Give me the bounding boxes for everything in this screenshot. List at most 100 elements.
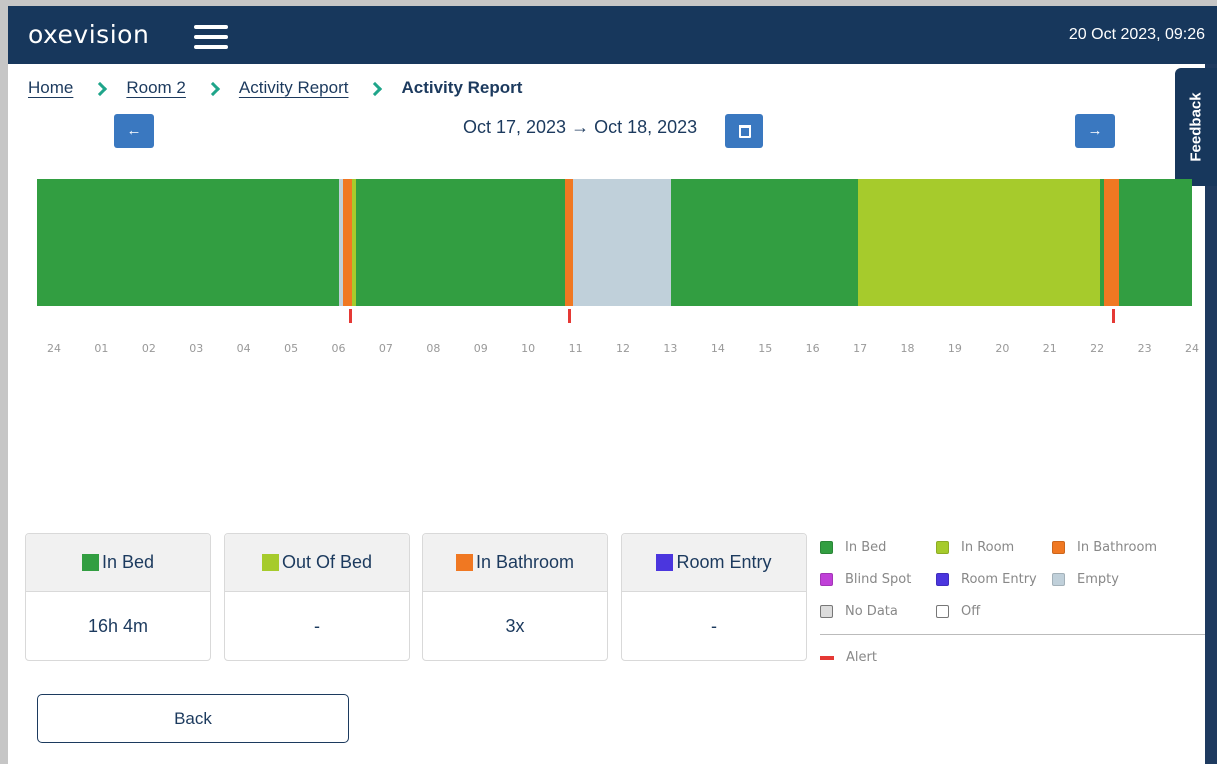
previous-day-button[interactable]: ← — [114, 114, 154, 148]
summary-card: In Bed 16h 4m — [25, 533, 211, 661]
summary-card-value: - — [314, 615, 320, 636]
legend-swatch — [936, 541, 949, 554]
axis-tick-label: 11 — [568, 342, 583, 355]
summary-card: Room Entry - — [621, 533, 807, 661]
axis-tick-label: 21 — [1042, 342, 1057, 355]
axis-tick-label: 14 — [710, 342, 725, 355]
brand-logo: oxevision — [28, 20, 150, 49]
legend-label: Off — [961, 604, 981, 619]
summary-card-value: 16h 4m — [87, 615, 149, 636]
breadcrumb-activity-report[interactable]: Activity Report — [239, 78, 349, 98]
legend-label: Alert — [846, 650, 877, 665]
date-range-label: Oct 17, 2023 → Oct 18, 2023 — [463, 117, 698, 137]
alert-marker[interactable] — [1111, 309, 1115, 323]
color-swatch — [81, 554, 99, 571]
hamburger-menu-icon[interactable] — [194, 25, 228, 49]
legend-divider — [820, 634, 1205, 635]
feedback-tab[interactable]: Feedback — [1175, 68, 1217, 186]
summary-card-label: Room Entry — [676, 552, 772, 572]
axis-tick-label: 22 — [1090, 342, 1105, 355]
axis-tick-label: 13 — [663, 342, 678, 355]
axis-tick-label: 24 — [47, 342, 61, 355]
legend: Alert In Bed In Room In Bathroom Blind Spot… — [820, 540, 1205, 670]
breadcrumb-home[interactable]: Home — [28, 78, 73, 98]
summary-card: Out Of Bed - — [224, 533, 410, 661]
back-button[interactable]: Back — [37, 694, 349, 743]
summary-card-header: In Bed — [26, 534, 210, 592]
axis-tick-label: 20 — [995, 342, 1010, 355]
timeline-segment[interactable] — [857, 179, 1100, 306]
timeline-segment[interactable] — [342, 179, 353, 306]
current-datetime: 20 Oct 2023, 09:26 — [1068, 26, 1205, 43]
axis-tick-label: 16 — [805, 342, 820, 355]
legend-swatch — [1052, 573, 1065, 586]
legend-item: Empty — [1052, 572, 1119, 587]
summary-card-value: 3x — [505, 615, 525, 636]
axis-tick-label: 05 — [284, 342, 299, 355]
summary-card-header: Room Entry — [622, 534, 806, 592]
legend-label: In Room — [961, 540, 1015, 555]
color-swatch — [455, 554, 473, 571]
alert-marker[interactable] — [348, 309, 352, 323]
chevron-right-icon — [208, 81, 218, 95]
feedback-label: Feedback — [1187, 92, 1205, 162]
legend-label: In Bed — [845, 540, 887, 555]
summary-card-header: Out Of Bed — [225, 534, 409, 592]
legend-swatch — [936, 573, 949, 586]
timeline-segment[interactable] — [565, 179, 573, 306]
legend-swatch — [820, 605, 833, 618]
legend-item: No Data — [820, 604, 898, 619]
legend-label: Blind Spot — [845, 572, 912, 587]
axis-tick-label: 18 — [900, 342, 915, 355]
breadcrumb: Home Room 2 Activity Report Activity Rep… — [28, 76, 522, 100]
legend-item: Off — [936, 604, 980, 619]
legend-item: In Bed — [820, 540, 886, 555]
legend-label: Empty — [1077, 572, 1119, 587]
legend-swatch — [820, 541, 833, 554]
color-swatch — [656, 554, 674, 571]
activity-timeline — [37, 179, 1192, 306]
axis-tick-label: 10 — [521, 342, 536, 355]
summary-card-label: In Bathroom — [475, 552, 575, 572]
alert-marker[interactable] — [567, 309, 571, 323]
axis-tick-label: 04 — [236, 342, 251, 355]
timeline-segment[interactable] — [572, 179, 672, 306]
legend-swatch — [936, 605, 949, 618]
legend-swatch — [1052, 541, 1065, 554]
axis-tick-label: 19 — [947, 342, 962, 355]
summary-card-value: - — [711, 615, 717, 636]
timeline-segment[interactable] — [355, 179, 566, 306]
timeline-segment[interactable] — [37, 179, 340, 306]
axis-tick-label: 12 — [616, 342, 630, 355]
legend-label: In Bathroom — [1077, 540, 1158, 555]
breadcrumb-room[interactable]: Room 2 — [126, 78, 186, 98]
axis-tick-label: 08 — [426, 342, 441, 355]
summary-card: In Bathroom 3x — [422, 533, 608, 661]
window-frame-left — [0, 0, 8, 764]
next-day-button[interactable]: → — [1075, 114, 1115, 148]
axis-tick-label: 15 — [758, 342, 773, 355]
legend-item: In Bathroom — [1052, 540, 1157, 555]
axis-tick-label: 03 — [189, 342, 204, 355]
axis-tick-label: 17 — [853, 342, 868, 355]
legend-item-alert: Alert — [820, 650, 877, 665]
legend-label: Room Entry — [961, 572, 1037, 587]
legend-label: No Data — [845, 604, 898, 619]
axis-tick-label: 02 — [141, 342, 156, 355]
timeline-segment[interactable] — [1118, 179, 1192, 306]
axis-tick-label: 06 — [331, 342, 346, 355]
chevron-right-icon — [95, 81, 105, 95]
alert-swatch — [820, 655, 834, 660]
summary-card-label: In Bed — [101, 552, 155, 572]
calendar-button[interactable] — [725, 114, 763, 148]
color-swatch — [261, 554, 279, 571]
summary-card-label: Out Of Bed — [281, 552, 373, 572]
arrow-left-icon: ← — [126, 122, 142, 139]
axis-tick-label: 09 — [473, 342, 488, 355]
legend-item: Room Entry — [936, 572, 1037, 587]
top-bar: oxevision 20 Oct 2023, 09:26 — [8, 6, 1217, 64]
legend-item: Blind Spot — [820, 572, 911, 587]
timeline-segment[interactable] — [671, 179, 858, 306]
timeline-segment[interactable] — [1104, 179, 1119, 306]
axis-tick-label: 07 — [378, 342, 393, 355]
